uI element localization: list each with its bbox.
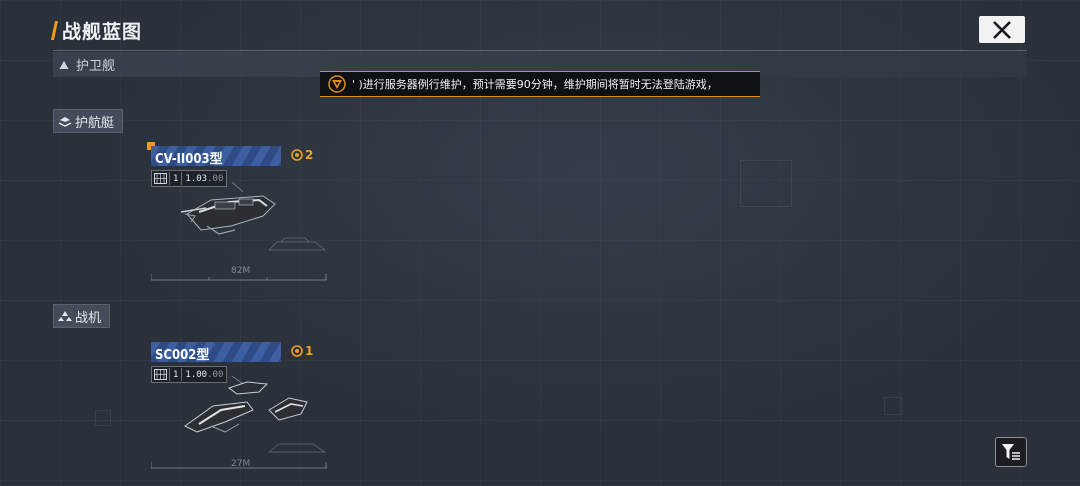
category-escort-boat[interactable]: 护航艇 [53,109,124,133]
page-title-bar: 战舰蓝图 [50,17,143,43]
title-accent [50,20,59,40]
card-size-label: 82M [231,266,251,276]
close-x-icon [993,20,1011,39]
card-count-value: 1 [305,344,314,358]
triangle-up-icon [59,60,69,69]
maintenance-notice: ' )进行服务器例行维护，预计需要90分钟，维护期间将暂时无法登陆游戏， [320,71,760,97]
section-label: 护卫舰 [76,59,116,74]
header-divider [53,50,1027,51]
blueprint-card-cv-ii003[interactable]: CV-II003型 2 1 1.03.00 82M [147,142,331,286]
close-button[interactable] [979,16,1025,43]
card-size-label: 27M [231,459,251,469]
fighter-illustration [184,376,308,433]
warning-triangle-icon [328,75,346,93]
card-name-band: CV-II003型 [151,146,281,167]
card-count: 1 [291,344,313,358]
blueprint-token-icon [291,345,303,357]
escort-boat-icon [58,117,72,127]
card-count: 2 [291,148,313,162]
card-name-band: SC002型 [151,342,281,363]
fighter-wireframe [267,443,327,453]
filter-icon [1002,444,1020,460]
notice-text: ' )进行服务器例行维护，预计需要90分钟，维护期间将暂时无法登陆游戏， [352,78,718,91]
background-panel [740,160,792,207]
background-panel [884,397,902,415]
blueprint-token-icon [291,149,303,161]
filter-button[interactable] [995,437,1027,467]
card-count-value: 2 [305,148,314,162]
card-name: CV-II003型 [155,152,223,167]
page-title: 战舰蓝图 [62,20,143,43]
blueprint-card-sc002[interactable]: SC002型 1 1 1.00.00 27M [151,342,331,482]
card-name: SC002型 [155,348,210,363]
ship-wireframe [268,237,327,251]
background-panel [95,410,111,426]
category-fighter[interactable]: 战机 [53,304,111,328]
category-label: 战机 [75,310,102,326]
category-label: 护航艇 [75,115,115,131]
fighter-icon [58,311,72,321]
